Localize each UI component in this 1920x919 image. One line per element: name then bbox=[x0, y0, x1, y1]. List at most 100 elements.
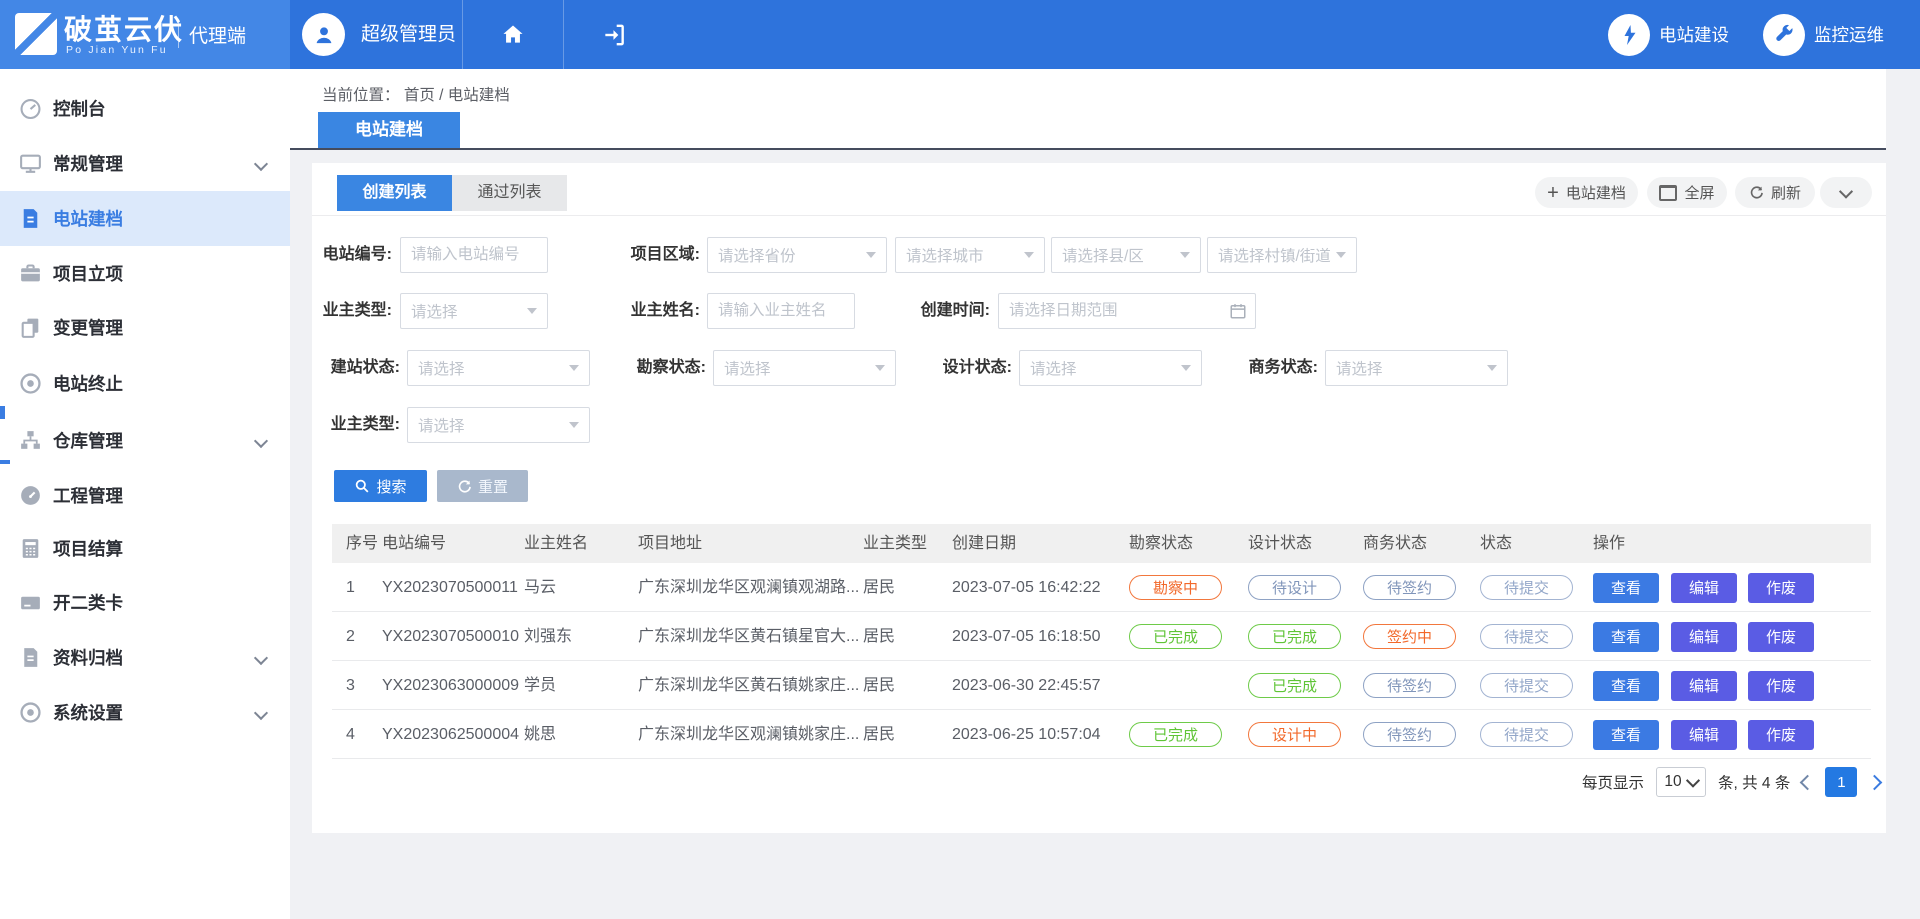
create-time-label: 创建时间: bbox=[910, 293, 990, 329]
collapse-toolbar-button[interactable] bbox=[1820, 177, 1872, 208]
search-icon bbox=[354, 478, 370, 494]
sidebar-item-station-terminate[interactable]: 电站终止 bbox=[0, 356, 290, 411]
date-range-input[interactable] bbox=[999, 294, 1255, 328]
cell-owner-type: 居民 bbox=[863, 563, 895, 612]
search-button[interactable]: 搜索 bbox=[334, 470, 427, 502]
sidebar-item-warehouse-mgmt[interactable]: 仓库管理 bbox=[0, 413, 290, 468]
region-label: 项目区域: bbox=[620, 237, 700, 273]
cell-owner-name: 马云 bbox=[524, 563, 556, 612]
chevron-down-icon bbox=[254, 651, 268, 665]
design-status-badge: 设计中 bbox=[1248, 722, 1341, 747]
breadcrumb-home-link[interactable]: 首页 bbox=[404, 87, 435, 104]
caret-down-icon bbox=[569, 422, 579, 428]
sitemap-icon bbox=[18, 428, 43, 453]
sidebar-item-change-mgmt[interactable]: 变更管理 bbox=[0, 300, 290, 355]
logo-subtitle: Po Jian Yun Fu bbox=[66, 44, 168, 56]
station-no-input[interactable] bbox=[401, 238, 547, 272]
stop-circle-icon bbox=[18, 371, 43, 396]
reset-button[interactable]: 重置 bbox=[437, 470, 528, 502]
nav-label: 监控运维 bbox=[1814, 22, 1884, 47]
column-header: 勘察状态 bbox=[1129, 524, 1193, 563]
caret-down-icon bbox=[527, 308, 537, 314]
void-button[interactable]: 作废 bbox=[1748, 671, 1814, 701]
view-button[interactable]: 查看 bbox=[1593, 671, 1659, 701]
owner-type-select[interactable]: 请选择 bbox=[400, 293, 548, 329]
view-button[interactable]: 查看 bbox=[1593, 622, 1659, 652]
refresh-button[interactable]: 刷新 bbox=[1735, 177, 1815, 208]
add-station-button[interactable]: + 电站建档 bbox=[1535, 177, 1638, 208]
tab-create-list[interactable]: 创建列表 bbox=[337, 175, 452, 211]
per-page-label: 每页显示 bbox=[1582, 771, 1644, 793]
edit-button[interactable]: 编辑 bbox=[1671, 622, 1737, 652]
sidebar-scrollbar-mark bbox=[0, 406, 5, 419]
build-status-select[interactable]: 请选择 bbox=[407, 350, 590, 386]
fullscreen-button[interactable]: 全屏 bbox=[1647, 177, 1727, 208]
sidebar-item-engineering-mgmt[interactable]: 工程管理 bbox=[0, 468, 290, 523]
edit-button[interactable]: 编辑 bbox=[1671, 671, 1737, 701]
sidebar-item-project-approval[interactable]: 项目立项 bbox=[0, 246, 290, 301]
province-select[interactable]: 请选择省份 bbox=[707, 237, 887, 273]
next-page-icon[interactable] bbox=[1867, 774, 1883, 790]
survey-status-select[interactable]: 请选择 bbox=[713, 350, 896, 386]
sidebar-item-open-card[interactable]: 开二类卡 bbox=[0, 575, 290, 630]
void-button[interactable]: 作废 bbox=[1748, 720, 1814, 750]
calendar-icon[interactable] bbox=[1229, 302, 1247, 320]
sidebar-item-general-mgmt[interactable]: 常规管理 bbox=[0, 136, 290, 191]
cell-create-date: 2023-07-05 16:18:50 bbox=[952, 612, 1101, 661]
design-status-badge: 待设计 bbox=[1248, 575, 1341, 600]
user-menu[interactable]: 超级管理员 bbox=[290, 0, 462, 69]
home-button[interactable] bbox=[462, 0, 563, 69]
logout-button[interactable] bbox=[563, 0, 664, 69]
top-band bbox=[290, 69, 1886, 148]
view-button[interactable]: 查看 bbox=[1593, 720, 1659, 750]
business-status-select[interactable]: 请选择 bbox=[1325, 350, 1508, 386]
town-select[interactable]: 请选择村镇/街道 bbox=[1207, 237, 1357, 273]
per-page-select[interactable]: 10 bbox=[1656, 767, 1706, 797]
design-status-badge: 已完成 bbox=[1248, 673, 1341, 698]
caret-down-icon bbox=[1487, 365, 1497, 371]
tab-passed-list[interactable]: 通过列表 bbox=[452, 175, 567, 211]
cell-index: 4 bbox=[346, 710, 355, 759]
prev-page-icon[interactable] bbox=[1800, 774, 1816, 790]
survey-status-label: 勘察状态: bbox=[626, 350, 706, 386]
tab-underline bbox=[290, 148, 1886, 150]
owner-type2-select[interactable]: 请选择 bbox=[407, 407, 590, 443]
owner-type-label: 业主类型: bbox=[312, 293, 392, 329]
design-status-badge: 已完成 bbox=[1248, 624, 1341, 649]
build-status-label: 建站状态: bbox=[320, 350, 400, 386]
sidebar-item-system-settings[interactable]: 系统设置 bbox=[0, 685, 290, 740]
view-button[interactable]: 查看 bbox=[1593, 573, 1659, 603]
portal-label: 代理端 bbox=[189, 21, 246, 48]
column-header: 创建日期 bbox=[952, 524, 1016, 563]
chevron-down-icon bbox=[1686, 774, 1700, 788]
county-select[interactable]: 请选择县/区 bbox=[1051, 237, 1201, 273]
cell-address: 广东深圳龙华区观澜镇姚家庄... bbox=[638, 710, 859, 759]
sidebar-item-project-settlement[interactable]: 项目结算 bbox=[0, 521, 290, 576]
sidebar-item-console[interactable]: 控制台 bbox=[0, 81, 290, 136]
page-tab-station-archive[interactable]: 电站建档 bbox=[318, 112, 460, 148]
design-status-select[interactable]: 请选择 bbox=[1019, 350, 1202, 386]
owner-name-input[interactable] bbox=[708, 294, 854, 328]
cell-create-date: 2023-06-30 22:45:57 bbox=[952, 661, 1101, 710]
sidebar-item-data-archive[interactable]: 资料归档 bbox=[0, 630, 290, 685]
logo-area[interactable]: 破茧云伏 Po Jian Yun Fu 代理端 bbox=[0, 0, 290, 69]
void-button[interactable]: 作废 bbox=[1748, 622, 1814, 652]
sidebar-item-label: 系统设置 bbox=[53, 700, 123, 725]
top-header: 破茧云伏 Po Jian Yun Fu 代理端 超级管理员 bbox=[0, 0, 1920, 69]
page-number-button[interactable]: 1 bbox=[1825, 767, 1857, 797]
city-select[interactable]: 请选择城市 bbox=[895, 237, 1045, 273]
cell-index: 1 bbox=[346, 563, 355, 612]
nav-monitor-ops[interactable]: 监控运维 bbox=[1763, 14, 1884, 56]
edit-button[interactable]: 编辑 bbox=[1671, 573, 1737, 603]
user-name: 超级管理员 bbox=[361, 0, 456, 69]
edit-button[interactable]: 编辑 bbox=[1671, 720, 1737, 750]
column-header: 操作 bbox=[1593, 524, 1625, 563]
nav-station-build[interactable]: 电站建设 bbox=[1608, 14, 1729, 56]
breadcrumb-prefix: 当前位置： bbox=[322, 87, 400, 104]
void-button[interactable]: 作废 bbox=[1748, 573, 1814, 603]
sidebar-item-label: 资料归档 bbox=[53, 645, 123, 670]
table-row: 2 YX2023070500010 刘强东 广东深圳龙华区黄石镇星官大... 居… bbox=[332, 612, 1871, 661]
owner-name-field bbox=[707, 293, 855, 329]
sidebar-item-station-archive[interactable]: 电站建档 bbox=[0, 191, 290, 246]
cell-create-date: 2023-06-25 10:57:04 bbox=[952, 710, 1101, 759]
